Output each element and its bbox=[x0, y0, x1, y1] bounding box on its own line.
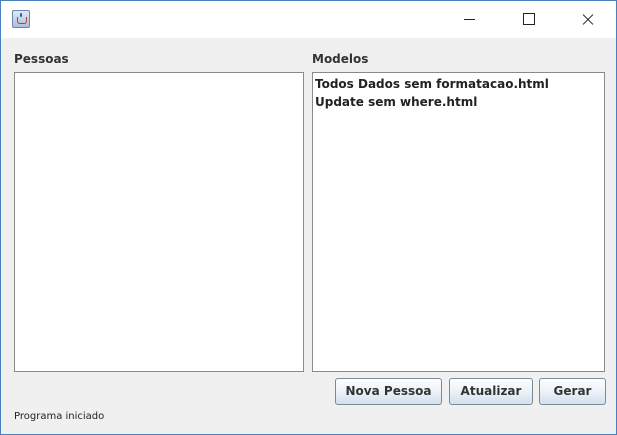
list-item[interactable]: Update sem where.html bbox=[313, 93, 604, 111]
atualizar-button[interactable]: Atualizar bbox=[449, 378, 533, 405]
gerar-button[interactable]: Gerar bbox=[539, 378, 606, 405]
nova-pessoa-button[interactable]: Nova Pessoa bbox=[335, 378, 442, 405]
pessoas-label: Pessoas bbox=[14, 52, 69, 66]
close-icon[interactable] bbox=[564, 1, 610, 38]
app-window: Pessoas Modelos Todos Dados sem formatac… bbox=[0, 0, 617, 435]
status-text: Programa iniciado bbox=[14, 411, 105, 422]
list-item[interactable]: Todos Dados sem formatacao.html bbox=[313, 75, 604, 93]
maximize-icon[interactable] bbox=[505, 1, 551, 38]
coffee-cup-shape bbox=[17, 17, 27, 24]
title-bar[interactable] bbox=[1, 1, 616, 38]
modelos-label: Modelos bbox=[312, 52, 369, 66]
pessoas-list[interactable] bbox=[14, 72, 304, 372]
modelos-list[interactable]: Todos Dados sem formatacao.html Update s… bbox=[312, 72, 605, 372]
minimize-icon[interactable] bbox=[447, 1, 493, 38]
java-coffee-cup-icon[interactable] bbox=[12, 10, 30, 28]
